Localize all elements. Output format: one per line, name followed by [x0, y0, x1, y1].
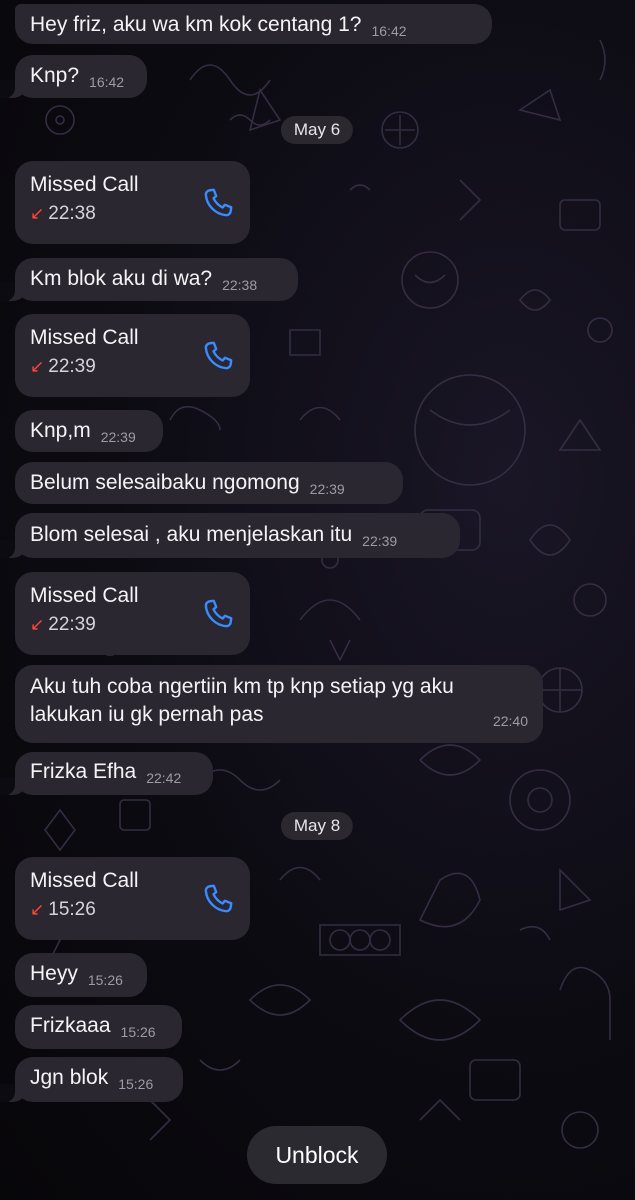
message-text: Frizka Efha — [30, 760, 137, 783]
message-time: 16:42 — [371, 23, 407, 39]
missed-call-card[interactable]: Missed Call ↙ 22:38 — [15, 161, 250, 244]
message-text-line: lakukan iu gk pernah pas — [30, 703, 264, 726]
message-text: Frizkaaa — [30, 1014, 111, 1037]
message-time: 15:26 — [87, 972, 123, 988]
message-text: Knp,m — [30, 419, 91, 442]
message-bubble[interactable]: Blom selesai , aku menjelaskan itu 22:39 — [0, 513, 460, 558]
call-subtitle: ↙ 22:39 — [30, 614, 96, 636]
message-time: 15:26 — [120, 1024, 156, 1040]
phone-icon[interactable] — [200, 185, 236, 221]
message-time: 16:42 — [89, 74, 125, 90]
call-time: 22:39 — [48, 356, 96, 377]
message-bubble[interactable]: Hey friz, aku wa km kok centang 1? 16:42 — [15, 4, 492, 44]
call-time: 22:39 — [48, 614, 96, 635]
message-bubble[interactable]: Knp? 16:42 — [0, 55, 147, 98]
unblock-button[interactable]: Unblock — [247, 1126, 387, 1184]
missed-call-card[interactable]: Missed Call ↙ 15:26 — [15, 857, 250, 940]
missed-call-arrow-icon: ↙ — [30, 204, 45, 223]
missed-call-card[interactable]: Missed Call ↙ 22:39 — [15, 314, 250, 397]
message-text: Heyy — [30, 962, 78, 985]
date-separator: May 8 — [280, 812, 354, 840]
call-subtitle: ↙ 15:26 — [30, 899, 96, 921]
message-time: 15:26 — [118, 1076, 154, 1092]
message-bubble[interactable]: Frizkaaa 15:26 — [15, 1005, 182, 1049]
date-separator: May 6 — [280, 116, 354, 144]
message-text: Hey friz, aku wa km kok centang 1? — [30, 13, 362, 36]
message-time: 22:38 — [222, 277, 258, 293]
message-time: 22:39 — [309, 481, 345, 497]
call-time: 22:38 — [48, 203, 96, 224]
phone-icon[interactable] — [200, 596, 236, 632]
call-subtitle: ↙ 22:38 — [30, 203, 96, 225]
message-bubble[interactable]: Belum selesaibaku ngomong 22:39 — [15, 462, 403, 504]
message-text: Knp? — [30, 64, 80, 87]
missed-call-arrow-icon: ↙ — [30, 615, 45, 634]
message-time: 22:39 — [100, 429, 136, 445]
call-time: 15:26 — [48, 899, 96, 920]
message-bubble[interactable]: Km blok aku di wa? 22:38 — [0, 258, 298, 301]
message-text-line: Aku tuh coba ngertiin km tp knp setiap y… — [30, 675, 454, 698]
phone-icon[interactable] — [200, 881, 236, 917]
message-bubble[interactable]: Jgn blok 15:26 — [0, 1057, 183, 1102]
call-title: Missed Call — [30, 584, 139, 607]
missed-call-arrow-icon: ↙ — [30, 357, 45, 376]
message-time: 22:39 — [362, 533, 398, 549]
message-time: 22:40 — [492, 713, 528, 729]
message-text: Km blok aku di wa? — [30, 267, 213, 290]
missed-call-card[interactable]: Missed Call ↙ 22:39 — [15, 572, 250, 655]
message-time: 22:42 — [146, 770, 182, 786]
phone-icon[interactable] — [200, 338, 236, 374]
message-bubble[interactable]: Heyy 15:26 — [15, 953, 147, 997]
call-title: Missed Call — [30, 173, 139, 196]
call-subtitle: ↙ 22:39 — [30, 356, 96, 378]
message-text: Blom selesai , aku menjelaskan itu — [30, 523, 353, 546]
call-title: Missed Call — [30, 326, 139, 349]
message-bubble[interactable]: Frizka Efha 22:42 — [0, 752, 213, 795]
message-bubble[interactable]: Knp,m 22:39 — [15, 410, 163, 452]
message-bubble[interactable]: Aku tuh coba ngertiin km tp knp setiap y… — [15, 665, 543, 743]
call-title: Missed Call — [30, 869, 139, 892]
message-text: Belum selesaibaku ngomong — [30, 471, 300, 494]
message-text: Jgn blok — [30, 1066, 109, 1089]
missed-call-arrow-icon: ↙ — [30, 900, 45, 919]
